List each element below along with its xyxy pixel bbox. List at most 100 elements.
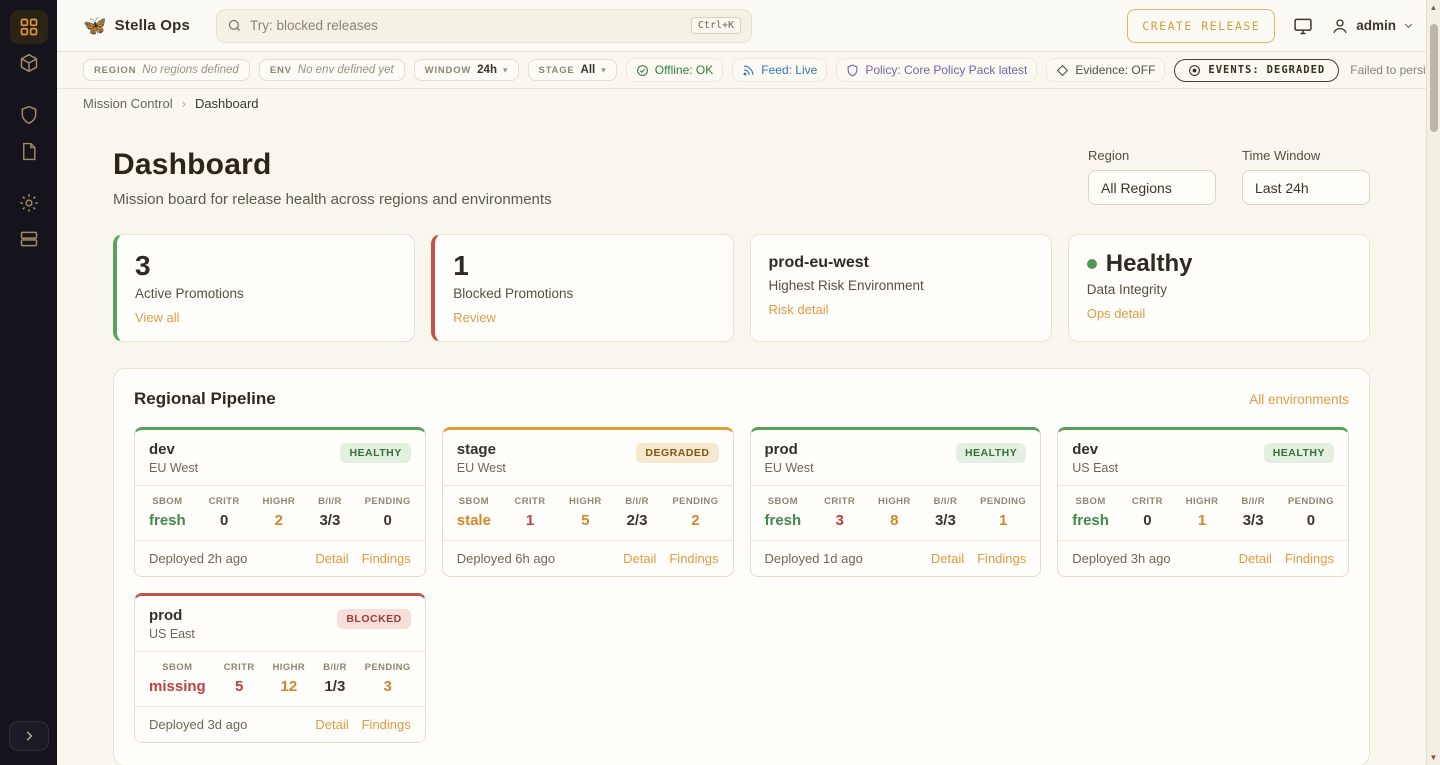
evidence-icon bbox=[1056, 64, 1069, 77]
sbom-value: missing bbox=[149, 678, 206, 695]
user-menu[interactable]: admin bbox=[1331, 17, 1414, 35]
findings-link[interactable]: Findings bbox=[669, 551, 718, 566]
bir-value: 3/3 bbox=[1241, 512, 1265, 529]
review-link[interactable]: Review bbox=[453, 310, 496, 325]
user-icon bbox=[1331, 17, 1349, 35]
stage-context-chip[interactable]: STAGE All ▾ bbox=[528, 59, 617, 81]
stage-chip-value: All bbox=[581, 64, 596, 76]
highest-risk-card: prod-eu-west Highest Risk Environment Ri… bbox=[750, 234, 1052, 342]
pipeline-card-dev-us-east: dev US East HEALTHY SBOMfresh CRITR0 HIG… bbox=[1057, 427, 1349, 577]
view-all-link[interactable]: View all bbox=[135, 310, 180, 325]
user-name: admin bbox=[1356, 18, 1396, 33]
search-shortcut-badge: Ctrl+K bbox=[691, 17, 741, 34]
region-context-chip[interactable]: REGION No regions defined bbox=[83, 59, 250, 81]
metric-label: B/I/R bbox=[1241, 496, 1265, 507]
time-window-select[interactable]: Last 24h bbox=[1242, 170, 1370, 205]
ops-detail-link[interactable]: Ops detail bbox=[1087, 306, 1146, 321]
chevron-down-icon: ▾ bbox=[503, 65, 508, 76]
env-region: EU West bbox=[765, 461, 814, 475]
status-badge: HEALTHY bbox=[956, 443, 1026, 463]
search-icon bbox=[227, 18, 242, 33]
pipeline-card-dev-eu-west: dev EU West HEALTHY SBOMfresh CRITR0 HIG… bbox=[134, 427, 426, 577]
env-name: dev bbox=[1072, 441, 1118, 458]
sidebar-item-documents[interactable] bbox=[10, 134, 48, 168]
policy-status-text: Policy: Core Policy Pack latest bbox=[865, 63, 1027, 77]
pipeline-card-prod-us-east: prod US East BLOCKED SBOMmissing CRITR5 … bbox=[134, 593, 426, 743]
findings-link[interactable]: Findings bbox=[362, 717, 411, 732]
metric-label: B/I/R bbox=[318, 496, 342, 507]
scrollbar-thumb[interactable] bbox=[1430, 24, 1438, 132]
metric-label: CRITR bbox=[824, 496, 855, 507]
env-context-chip[interactable]: ENV No env defined yet bbox=[259, 59, 405, 81]
shield-icon bbox=[19, 105, 39, 125]
region-select[interactable]: All Regions bbox=[1088, 170, 1216, 205]
rss-icon bbox=[742, 64, 755, 77]
all-environments-link[interactable]: All environments bbox=[1249, 392, 1349, 407]
sidebar-item-security[interactable] bbox=[10, 98, 48, 132]
display-mode-button[interactable] bbox=[1293, 16, 1313, 36]
sidebar-item-dashboard[interactable] bbox=[10, 10, 48, 44]
metric-label: SBOM bbox=[1072, 496, 1109, 507]
metric-label: CRITR bbox=[209, 496, 240, 507]
global-search[interactable]: Ctrl+K bbox=[216, 9, 752, 43]
card-label: Data Integrity bbox=[1087, 282, 1351, 297]
chevron-down-icon: ▾ bbox=[601, 65, 606, 76]
summary-cards: 3 Active Promotions View all 1 Blocked P… bbox=[113, 234, 1370, 342]
evidence-status-text: Evidence: OFF bbox=[1075, 63, 1155, 77]
risk-detail-link[interactable]: Risk detail bbox=[769, 302, 829, 317]
package-icon bbox=[19, 53, 39, 73]
sidebar-expand-button[interactable] bbox=[9, 721, 49, 751]
page-subtitle: Mission board for release health across … bbox=[113, 191, 552, 208]
detail-link[interactable]: Detail bbox=[623, 551, 656, 566]
vertical-scrollbar[interactable]: ▲ ▼ bbox=[1426, 0, 1440, 765]
sidebar-item-settings[interactable] bbox=[10, 186, 48, 220]
data-integrity-card: Healthy Data Integrity Ops detail bbox=[1068, 234, 1370, 342]
feed-status[interactable]: Feed: Live bbox=[732, 58, 827, 82]
policy-status[interactable]: Policy: Core Policy Pack latest bbox=[836, 58, 1037, 82]
events-status-pill[interactable]: EVENTS: DEGRADED bbox=[1174, 59, 1339, 82]
document-icon bbox=[19, 142, 38, 161]
sbom-value: stale bbox=[457, 512, 491, 529]
blocked-promotions-card: 1 Blocked Promotions Review bbox=[431, 234, 733, 342]
env-chip-value: No env defined yet bbox=[298, 64, 394, 76]
findings-link[interactable]: Findings bbox=[362, 551, 411, 566]
sidebar-item-releases[interactable] bbox=[10, 46, 48, 80]
scroll-up-arrow-icon[interactable]: ▲ bbox=[1427, 3, 1440, 12]
scroll-down-arrow-icon[interactable]: ▼ bbox=[1427, 753, 1440, 762]
highr-value: 5 bbox=[569, 512, 602, 529]
stage-chip-label: STAGE bbox=[539, 65, 575, 76]
pending-value: 0 bbox=[1288, 512, 1334, 529]
server-icon bbox=[19, 229, 39, 249]
sidebar-item-infrastructure[interactable] bbox=[10, 222, 48, 256]
findings-link[interactable]: Findings bbox=[977, 551, 1026, 566]
pipeline-card-prod-eu-west: prod EU West HEALTHY SBOMfresh CRITR3 HI… bbox=[750, 427, 1042, 577]
detail-link[interactable]: Detail bbox=[931, 551, 964, 566]
breadcrumb-mission-control[interactable]: Mission Control bbox=[83, 96, 173, 111]
findings-link[interactable]: Findings bbox=[1285, 551, 1334, 566]
search-input[interactable] bbox=[250, 18, 683, 33]
card-label: Highest Risk Environment bbox=[769, 278, 1033, 293]
env-name: prod bbox=[765, 441, 814, 458]
evidence-status[interactable]: Evidence: OFF bbox=[1046, 58, 1165, 82]
window-context-chip[interactable]: WINDOW 24h ▾ bbox=[414, 59, 519, 81]
pipeline-card-stage-eu-west: stage EU West DEGRADED SBOMstale CRITR1 … bbox=[442, 427, 734, 577]
create-release-button[interactable]: CREATE RELEASE bbox=[1127, 9, 1275, 43]
region-chip-value: No regions defined bbox=[142, 64, 239, 76]
detail-link[interactable]: Detail bbox=[315, 717, 348, 732]
status-badge: DEGRADED bbox=[636, 443, 718, 463]
breadcrumb: Mission Control › Dashboard bbox=[57, 89, 1440, 118]
status-badge: BLOCKED bbox=[337, 609, 410, 629]
detail-link[interactable]: Detail bbox=[315, 551, 348, 566]
monitor-icon bbox=[1293, 16, 1313, 36]
detail-link[interactable]: Detail bbox=[1239, 551, 1272, 566]
brand-logo-icon: 🦋 bbox=[83, 14, 107, 38]
metric-label: CRITR bbox=[514, 496, 545, 507]
bir-value: 3/3 bbox=[934, 512, 958, 529]
regional-pipeline-panel: Regional Pipeline All environments dev E… bbox=[113, 368, 1370, 765]
env-region: US East bbox=[149, 627, 195, 641]
offline-status[interactable]: Offline: OK bbox=[626, 58, 723, 82]
metric-label: CRITR bbox=[224, 662, 255, 673]
metric-label: PENDING bbox=[365, 662, 411, 673]
env-name: prod bbox=[149, 607, 195, 624]
metric-label: B/I/R bbox=[625, 496, 649, 507]
